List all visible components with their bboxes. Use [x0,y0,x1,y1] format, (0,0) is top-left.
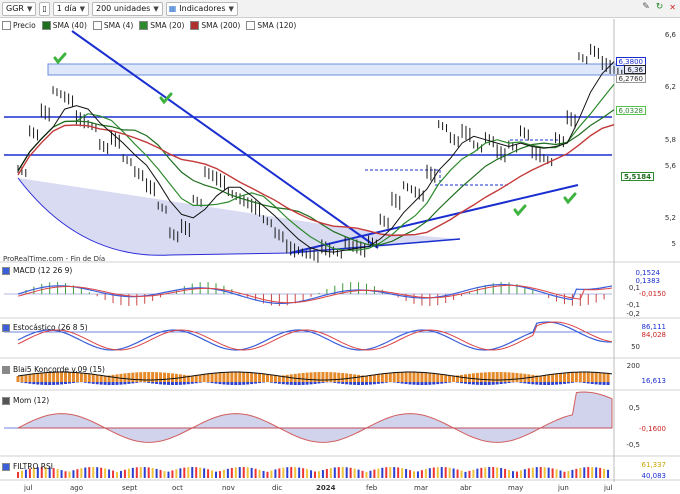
check-icon [53,52,67,65]
mom-axis: 0,5 [628,404,640,412]
x-axis-label: abr [460,484,472,492]
check-icon [513,204,527,217]
x-axis-label: jun [558,484,569,492]
x-axis-label: nov [222,484,235,492]
mom-label[interactable]: Mom (12) [2,396,49,405]
legend-swatch [2,365,10,374]
source-text: ProRealTime.com - Fin de Día [3,255,106,263]
rsi-tag: 40,083 [641,472,667,480]
stoch-axis: 50 [631,343,640,351]
legend-swatch [2,396,10,405]
price-axis-label: 6,2 [664,83,676,91]
legend-swatch [2,323,10,332]
macd-tag: 0,1524 [635,269,661,277]
macd-label[interactable]: MACD (12 26 9) [2,266,72,275]
price-axis-label: 5,6 [664,162,676,170]
momentum-area [17,391,613,443]
blai5-label[interactable]: Blai5 Koncorde v.09 (15) [2,365,105,374]
chart-app: GGR ▼ ▯ 1 día ▼ 200 unidades ▼ ▦ Indicad… [0,0,680,494]
price-tag-sma40: 5,5184 [620,172,654,181]
chart-canvas[interactable] [0,0,680,494]
stoch-tag: 84,028 [641,331,667,339]
macd-axis: -0,1 [626,301,640,309]
price-axis-label: 5,2 [664,214,676,222]
legend-swatch [2,462,10,471]
mom-tag: -0,1600 [638,425,666,433]
x-axis-label: oct [172,484,183,492]
x-axis-label: may [508,484,524,492]
legend-swatch [2,266,10,275]
rsi-tag: 61,337 [641,461,667,469]
x-axis-label: sept [122,484,138,492]
blai5-tag: 16,613 [641,377,667,385]
x-axis-label: mar [414,484,428,492]
price-axis-label: 5 [671,240,676,248]
stoch-k-line [17,321,613,351]
stoch-label[interactable]: Estocástico (26 8 5) [2,323,88,332]
x-axis-label: ago [70,484,84,492]
mom-axis: -0,5 [626,441,640,449]
check-icon [563,192,577,205]
price-tag-last: 6,36 [624,65,646,74]
price-tag-sma20: 6,0328 [615,106,646,115]
blai5-axis: 200 [626,362,640,370]
macd-tag: -0,0150 [638,290,666,298]
x-axis-label: 2024 [316,484,336,492]
x-axis-label: feb [366,484,378,492]
fan-area [18,178,460,256]
uptrend-line [289,184,579,254]
rsi-label[interactable]: FILTRO RSI [2,462,53,471]
resistance-band [47,63,637,76]
x-axis-label: dic [272,484,283,492]
x-axis-label: jul [604,484,613,492]
price-axis-label: 6,6 [664,31,676,39]
x-axis-label: jul [24,484,33,492]
macd-axis: 0,1 [628,284,640,292]
stoch-tag: 86,111 [641,323,667,331]
price-axis-label: 5,8 [664,136,676,144]
price-tag-sma4: 6,2760 [615,74,646,83]
macd-axis: -0,2 [626,310,640,318]
